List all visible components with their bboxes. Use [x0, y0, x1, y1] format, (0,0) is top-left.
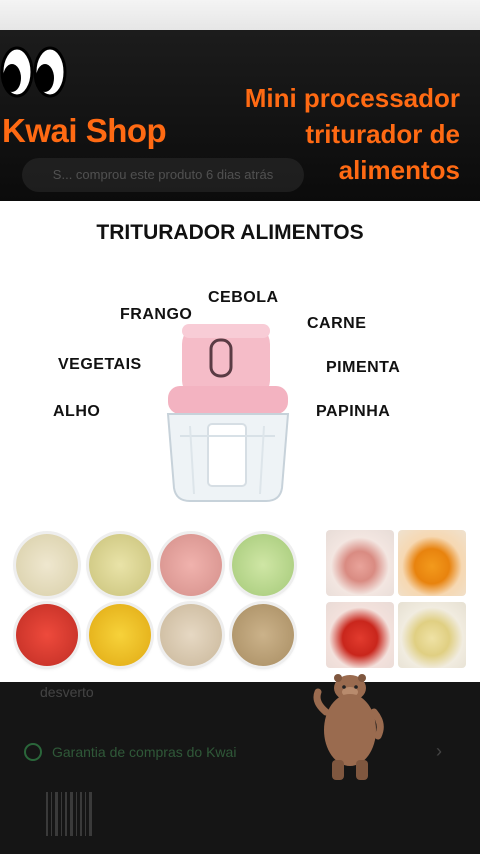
label-carne: CARNE	[307, 315, 367, 332]
guarantee-link[interactable]: Garantia de compras do Kwai	[52, 744, 236, 760]
headline-line-1: Mini processador	[244, 83, 460, 113]
barcode-icon	[46, 792, 92, 836]
bowl-green-vegetables	[232, 534, 294, 596]
headline-line-3: alimentos	[338, 155, 460, 185]
bowl-chili-pepper	[16, 604, 78, 666]
label-alho: ALHO	[53, 403, 101, 420]
headline-line-2: triturador de	[305, 119, 460, 149]
status-bar	[0, 0, 480, 30]
food-chopper-image	[166, 324, 290, 502]
bowl-ground-meat	[160, 534, 222, 596]
photo-chopping-meat	[326, 530, 394, 596]
photo-chopping-pepper	[326, 602, 394, 668]
bowl-baby-food	[89, 604, 151, 666]
product-image-card[interactable]: TRITURADOR ALIMENTOS CEBOLA FRANGO CARNE…	[0, 201, 480, 682]
photo-chopping-carrot	[398, 530, 466, 596]
label-cebola: CEBOLA	[208, 289, 279, 306]
bowl-nuts	[232, 604, 294, 666]
chevron-right-icon[interactable]: ›	[436, 741, 442, 762]
label-papinha: PAPINHA	[316, 403, 391, 420]
check-circle-icon	[24, 743, 42, 761]
photo-chopping-garlic	[398, 602, 466, 668]
bear-sticker-icon	[313, 674, 384, 780]
bowl-onion	[16, 534, 78, 596]
bowl-chopped-vegetables	[89, 534, 151, 596]
brand-logo-text: Kwai Shop	[2, 112, 167, 149]
video-banner[interactable]: Kwai Shop S... comprou este produto 6 di…	[0, 30, 480, 201]
label-pimenta: PIMENTA	[326, 359, 401, 376]
product-image-title: TRITURADOR ALIMENTOS	[96, 221, 364, 244]
bowl-garlic	[160, 604, 222, 666]
label-vegetais: VEGETAIS	[58, 356, 142, 373]
product-headline: Mini processador triturador de alimentos	[220, 80, 460, 188]
cartoon-eyes-icon	[0, 46, 67, 98]
partial-text: desverto	[40, 684, 94, 700]
